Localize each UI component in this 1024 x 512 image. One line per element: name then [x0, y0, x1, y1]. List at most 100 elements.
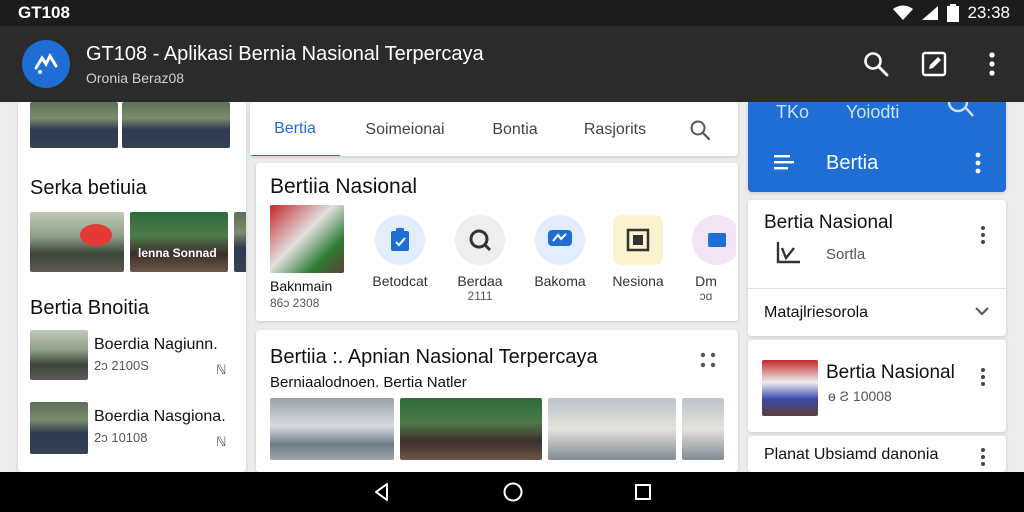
- home-icon[interactable]: [502, 481, 524, 503]
- more-vert-icon: [975, 152, 981, 174]
- right-card-3[interactable]: Planat Ubsiamd danonia: [748, 436, 1006, 472]
- video-icon: [708, 233, 726, 247]
- list-item-badge: ℕ: [216, 434, 227, 449]
- top-label-tko[interactable]: TKo: [776, 102, 809, 123]
- top-label-yoiodti[interactable]: Yoiodti: [846, 102, 899, 123]
- headline-title[interactable]: Bertiia :. Apnian Nasional Terpercaya: [270, 346, 598, 369]
- category-icon-circle: [692, 215, 736, 265]
- list-item[interactable]: Boerdia Nasgiona. 2ɔ 10108 ℕ: [18, 400, 246, 456]
- photo-caption: lenna Sonnad: [138, 246, 217, 260]
- list-item-badge: ℕ: [216, 362, 227, 377]
- feature-meta: 86ɔ 2308: [270, 296, 320, 310]
- feature-photo[interactable]: [270, 205, 344, 273]
- headline-photo-4[interactable]: [682, 398, 724, 460]
- list-thumb: [30, 330, 88, 380]
- nasional-title: Bertiia Nasional: [270, 175, 418, 198]
- category-label: Betodcat: [372, 273, 428, 289]
- battery-icon: [947, 4, 960, 22]
- headline-card: Bertiia :. Apnian Nasional Terpercaya Be…: [256, 330, 738, 472]
- top-photo-1[interactable]: [30, 102, 118, 148]
- category-icon-circle: [455, 215, 505, 265]
- wifi-icon: [893, 5, 914, 20]
- card-overflow-button[interactable]: [980, 368, 986, 386]
- right-header: TKo Yoiodti Bertia: [748, 102, 1006, 192]
- category-betodcat[interactable]: Betodcat: [360, 215, 440, 289]
- header-search-button[interactable]: [946, 102, 974, 120]
- news-photo-1[interactable]: [30, 212, 124, 272]
- app-logo[interactable]: [22, 40, 70, 88]
- dropdown-label[interactable]: Matajlriesorola: [764, 304, 868, 322]
- grid-view-button[interactable]: [700, 352, 716, 368]
- top-photo-2[interactable]: [122, 102, 230, 148]
- app-titles: GT108 - Aplikasi Bernia Nasional Terperc…: [86, 43, 862, 86]
- tab-bertia[interactable]: Bertia: [250, 102, 340, 156]
- card-overflow-button[interactable]: [980, 448, 986, 466]
- app-actions: [862, 50, 1006, 78]
- grid-icon: [700, 352, 716, 368]
- news-photo-3[interactable]: [234, 212, 246, 272]
- right-card-3-title: Planat Ubsiamd danonia: [764, 446, 939, 463]
- signal-icon: [922, 6, 939, 20]
- list-item-meta: 2ɔ 2100S: [94, 358, 149, 373]
- section-title-1: Serka betiuia: [30, 177, 147, 199]
- category-nesiona[interactable]: Nesiona: [598, 215, 678, 289]
- status-icons: 23:38: [893, 3, 1010, 23]
- category-meta: 2111: [467, 289, 493, 303]
- news-photo-2[interactable]: lenna Sonnad: [130, 212, 228, 272]
- more-vert-icon: [989, 52, 995, 76]
- list-item-title: Boerdia Nasgiona.: [94, 408, 226, 425]
- search-button[interactable]: [862, 50, 890, 78]
- header-overflow-button[interactable]: [974, 152, 982, 174]
- category-meta: ɔɑ: [699, 289, 713, 303]
- menu-button[interactable]: [774, 154, 796, 172]
- category-label: Bakoma: [534, 273, 586, 289]
- category-icon-circle: [375, 215, 425, 265]
- tab-rasjorits[interactable]: Rasjorits: [560, 102, 670, 156]
- left-card: Serka betiuia lenna Sonnad Bertia Bnoiti…: [18, 102, 246, 472]
- play-badge: [80, 224, 112, 246]
- recents-icon[interactable]: [634, 483, 652, 501]
- right-card-2[interactable]: Bertia Nasional ɵ Ƨ 10008: [748, 340, 1006, 432]
- tab-search-button[interactable]: [670, 102, 730, 156]
- overflow-menu-button[interactable]: [978, 50, 1006, 78]
- list-item[interactable]: Boerdia Nagiunn. 2ɔ 2100S ℕ: [18, 328, 246, 384]
- tab-bar: Bertia Soimeionai Bontia Rasjorits: [250, 102, 738, 156]
- tabs-card: Bertia Soimeionai Bontia Rasjorits: [250, 102, 738, 156]
- headline-photo-3[interactable]: [548, 398, 676, 460]
- circle-search-icon: [469, 229, 492, 252]
- headline-photo-1[interactable]: [270, 398, 394, 460]
- status-bar: GT108 23:38: [0, 0, 1024, 26]
- edit-button[interactable]: [920, 50, 948, 78]
- category-dm[interactable]: Dm ɔɑ: [676, 215, 736, 303]
- headline-photo-2[interactable]: [400, 398, 542, 460]
- divider: [748, 288, 1006, 289]
- category-berdaa[interactable]: Berdaa 2111: [440, 215, 520, 303]
- chevron-down-icon[interactable]: [974, 306, 990, 316]
- category-icon-circle: [613, 215, 663, 265]
- menu-icon: [774, 155, 794, 170]
- right-card-thumb: [762, 360, 818, 416]
- clock: 23:38: [967, 3, 1010, 22]
- search-icon: [947, 102, 974, 117]
- card-overflow-button[interactable]: [980, 226, 986, 244]
- frame-icon: [626, 228, 650, 252]
- bar-title: Bertia: [826, 152, 879, 174]
- system-nav-bar: [0, 472, 1024, 512]
- tab-bontia[interactable]: Bontia: [470, 102, 560, 156]
- right-card-2-title: Bertia Nasional: [826, 362, 955, 383]
- edit-icon: [921, 51, 947, 77]
- news-logo-icon: [34, 52, 58, 74]
- feature-label: Baknmain: [270, 278, 333, 294]
- category-bakoma[interactable]: Bakoma: [520, 215, 600, 289]
- clipboard-icon: [391, 228, 409, 251]
- nasional-card: Bertiia Nasional Baknmain 86ɔ 2308 Betod…: [256, 163, 738, 321]
- headline-subtitle: Berniaalodnoen. Bertia Natler: [270, 374, 467, 391]
- back-icon[interactable]: [372, 482, 392, 502]
- list-item-meta: 2ɔ 10108: [94, 430, 148, 445]
- carrier-label: GT108: [18, 3, 70, 22]
- app-subtitle: Oronia Beraz08: [86, 69, 185, 86]
- category-label: Berdaa: [457, 273, 503, 289]
- tab-soimeionai[interactable]: Soimeionai: [340, 102, 470, 156]
- search-icon: [690, 120, 711, 141]
- right-card-title[interactable]: Bertia Nasional: [764, 212, 893, 234]
